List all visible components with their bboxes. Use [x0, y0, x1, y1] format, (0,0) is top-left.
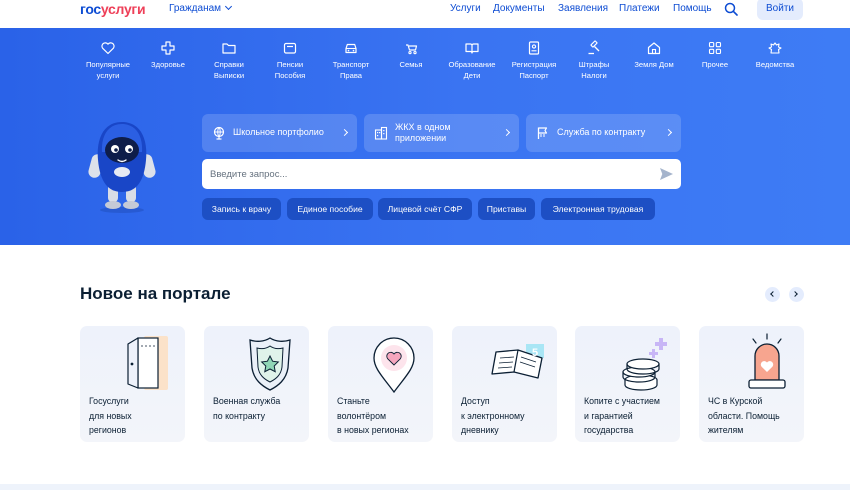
news-card-volunteer[interactable]: Станьте волонтёром в новых регионах	[328, 326, 433, 442]
news-card-savings[interactable]: Копите с участием и гарантией государств…	[575, 326, 680, 442]
category-label: Регистрация Паспорт	[511, 60, 557, 80]
send-arrow-icon[interactable]	[659, 167, 674, 181]
category-label: Образование Дети	[448, 60, 496, 80]
category-label: Здоровье	[151, 60, 185, 69]
house-icon	[647, 42, 661, 55]
category-registration[interactable]: Регистрация Паспорт	[503, 40, 565, 81]
news-card-new-regions[interactable]: Госуслуги для новых регионов	[80, 326, 185, 442]
map-pin-heart-icon	[373, 337, 415, 394]
category-label: Транспорт Права	[332, 60, 370, 80]
category-land[interactable]: Земля Дом	[623, 40, 685, 71]
chip-bailiffs[interactable]: Приставы	[478, 198, 535, 220]
category-pensions[interactable]: Пенсии Пособия	[259, 40, 321, 81]
category-health[interactable]: Здоровье	[137, 40, 199, 71]
chevron-right-icon	[340, 128, 349, 137]
quick-link-zhkh[interactable]: ЖКХ в одном приложении	[364, 114, 519, 152]
category-education[interactable]: Образование Дети	[441, 40, 503, 81]
chevron-right-icon	[664, 128, 673, 137]
diary-icon: 5	[491, 344, 544, 379]
category-label: Пенсии Пособия	[274, 60, 306, 80]
nav-payments[interactable]: Платежи	[619, 3, 660, 14]
nav-documents[interactable]: Документы	[493, 3, 545, 14]
news-card-label: Военная служба по контракту	[213, 396, 281, 421]
gavel-icon	[588, 40, 600, 55]
category-certificates[interactable]: Справки Выписки	[198, 40, 260, 81]
heart-icon	[101, 42, 115, 55]
news-card-label: Станьте волонтёром в новых регионах	[337, 396, 409, 435]
book-icon	[465, 43, 479, 54]
search-bar	[202, 159, 681, 189]
category-fines[interactable]: Штрафы Налоги	[563, 40, 625, 81]
nav-services[interactable]: Услуги	[450, 3, 481, 14]
chevron-left-icon	[770, 291, 776, 297]
category-label: Популярные услуги	[85, 60, 131, 80]
carousel-prev-button[interactable]	[765, 287, 780, 302]
category-label: Справки Выписки	[213, 60, 245, 80]
gosuslugi-logo[interactable]: госуслуги	[80, 1, 146, 17]
category-family[interactable]: Семья	[380, 40, 442, 71]
quick-link-school-portfolio[interactable]: Школьное портфолио	[202, 114, 357, 152]
category-label: Семья	[399, 60, 423, 69]
search-input[interactable]	[210, 159, 640, 189]
search-icon[interactable]	[724, 2, 738, 21]
wallet-icon	[283, 42, 297, 54]
shield-star-icon	[249, 337, 291, 391]
hero-banner: Популярные услуги Здоровье Справки Выпис…	[0, 28, 850, 245]
globe-icon	[213, 126, 225, 140]
news-card-label: Копите с участием и гарантией государств…	[584, 396, 660, 435]
quick-link-contract-service[interactable]: Служба по контракту	[526, 114, 681, 152]
passport-icon	[528, 41, 540, 55]
flag-icon	[537, 127, 548, 139]
chip-sfr-account[interactable]: Лицевой счёт СФР	[378, 198, 472, 220]
coins-icon	[622, 338, 667, 391]
carousel-next-button[interactable]	[789, 287, 804, 302]
chip-doctor-appointment[interactable]: Запись к врачу	[202, 198, 281, 220]
emblem-icon	[768, 42, 782, 54]
chip-unified-allowance[interactable]: Единое пособие	[287, 198, 373, 220]
news-card-electronic-diary[interactable]: 5 Доступ к электронному дневнику	[452, 326, 557, 442]
top-header: госуслуги Гражданам Услуги Документы Зая…	[0, 0, 850, 28]
nav-help[interactable]: Помощь	[673, 3, 712, 14]
category-label: Прочее	[701, 60, 729, 69]
category-label: Земля Дом	[634, 60, 674, 69]
robot-mascot-illustration	[88, 120, 156, 221]
car-icon	[345, 43, 357, 54]
news-card-label: Госуслуги для новых регионов	[89, 396, 132, 435]
category-other[interactable]: Прочее	[684, 40, 746, 71]
news-card-military-service[interactable]: Военная служба по контракту	[204, 326, 309, 442]
quick-link-label: Служба по контракту	[557, 127, 646, 138]
quick-link-label: Школьное портфолио	[233, 127, 324, 138]
chip-electronic-workbook[interactable]: Электронная трудовая	[541, 198, 655, 220]
category-transport[interactable]: Транспорт Права	[320, 40, 382, 81]
chevron-right-icon	[502, 128, 511, 137]
login-button[interactable]: Войти	[757, 0, 803, 20]
category-agencies[interactable]: Ведомства	[744, 40, 806, 71]
grid-icon	[708, 41, 722, 55]
nav-applications[interactable]: Заявления	[558, 3, 608, 14]
stroller-icon	[406, 44, 418, 55]
quick-link-label: ЖКХ в одном приложении	[395, 121, 451, 144]
svg-text:5: 5	[532, 347, 538, 359]
door-icon	[127, 336, 168, 390]
section-title: Новое на портале	[80, 284, 231, 303]
folder-icon	[222, 43, 236, 54]
category-popular[interactable]: Популярные услуги	[77, 40, 139, 81]
cross-icon	[161, 41, 175, 55]
chevron-down-icon	[224, 2, 233, 11]
building-icon	[374, 126, 388, 140]
page-bottom-strip	[0, 484, 850, 490]
audience-selector[interactable]: Гражданам	[169, 2, 233, 14]
category-label: Ведомства	[755, 60, 795, 69]
news-card-label: Доступ к электронному дневнику	[461, 396, 525, 435]
news-card-emergency-kursk[interactable]: ЧС в Курской области. Помощь жителям	[699, 326, 804, 442]
category-label: Штрафы Налоги	[578, 60, 610, 80]
chevron-right-icon	[792, 291, 798, 297]
alarm-light-icon	[748, 333, 786, 389]
news-card-label: ЧС в Курской области. Помощь жителям	[708, 396, 780, 435]
